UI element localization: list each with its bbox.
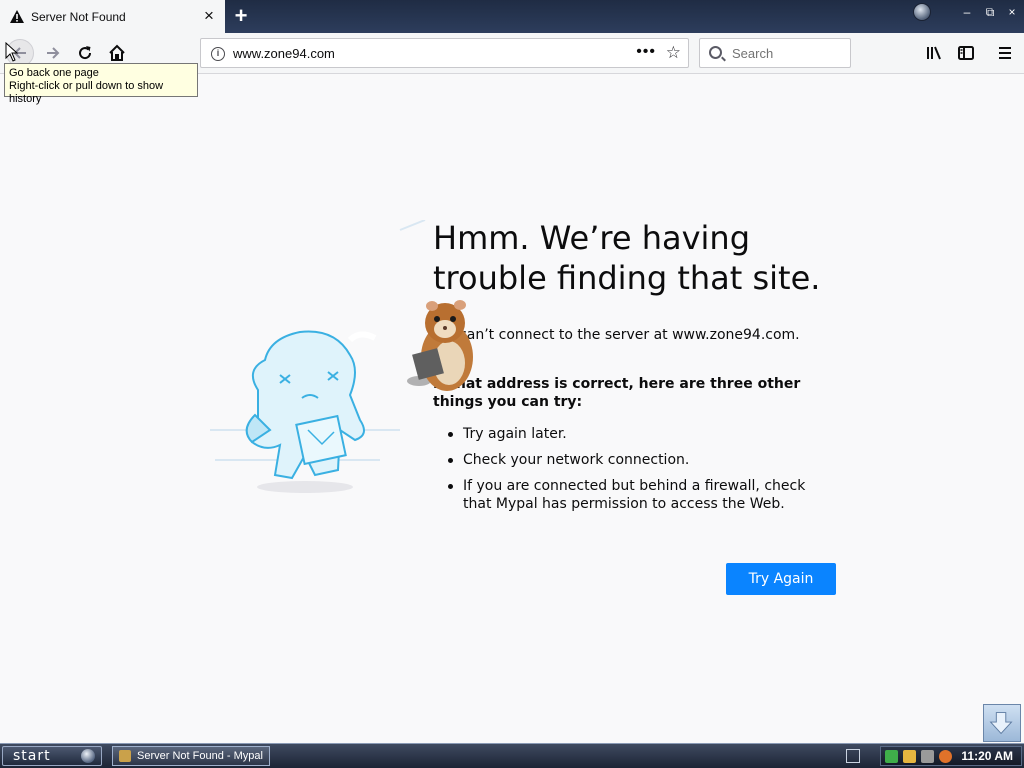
new-tab-button[interactable]: + <box>229 5 253 27</box>
star-icon[interactable]: ☆ <box>666 43 681 63</box>
suggestion-heading: If that address is correct, here are thr… <box>433 376 801 410</box>
library-button[interactable] <box>922 41 946 65</box>
folder-icon[interactable] <box>903 750 916 763</box>
taskbar: start Server Not Found - Mypal 11:20 AM <box>0 743 1024 768</box>
mypal-app-icon <box>119 750 131 762</box>
browser-window: { "tab": { "title": "Server Not Found", … <box>0 0 1024 768</box>
search-icon <box>709 46 722 59</box>
home-icon <box>109 44 125 61</box>
hamster-mascot-icon <box>407 300 473 391</box>
start-button[interactable]: start <box>2 746 102 766</box>
error-page: Hmm. We’re having trouble finding that s… <box>0 75 1024 743</box>
sidebar-button[interactable] <box>954 41 978 65</box>
start-orb-icon <box>81 749 95 763</box>
search-bar[interactable]: Search <box>699 38 851 68</box>
down-arrow-icon <box>989 712 1013 735</box>
tab-title: Server Not Found <box>31 9 126 24</box>
tooltip-line-2: Right-click or pull down to show history <box>9 80 164 105</box>
library-icon <box>927 46 941 60</box>
error-title: Hmm. We’re having trouble finding that s… <box>433 219 821 297</box>
reload-icon <box>79 46 92 60</box>
url-text[interactable]: www.zone94.com <box>233 46 335 61</box>
tab-server-not-found[interactable]: Server Not Found × <box>0 0 225 33</box>
back-button-tooltip: Go back one page Right-click or pull dow… <box>4 63 198 105</box>
system-tray: 11:20 AM <box>880 746 1022 766</box>
taskbar-window-item[interactable]: Server Not Found - Mypal <box>112 746 270 766</box>
info-icon[interactable]: i <box>211 47 225 61</box>
search-placeholder: Search <box>732 46 774 61</box>
list-item: Check your network connection. <box>448 451 828 469</box>
list-item: Try again later. <box>448 425 828 443</box>
download-arrow-button[interactable] <box>983 704 1021 742</box>
forward-arrow-icon <box>47 47 60 59</box>
menu-button[interactable] <box>993 41 1017 65</box>
close-tab-icon[interactable]: × <box>201 7 217 24</box>
settings-icon[interactable] <box>921 750 934 763</box>
clock[interactable]: 11:20 AM <box>961 749 1013 763</box>
address-bar[interactable]: i www.zone94.com ••• ☆ <box>200 38 689 68</box>
page-actions-button[interactable]: ••• <box>636 43 656 61</box>
restore-button[interactable]: ⧉ <box>980 3 1000 21</box>
error-illustration <box>210 220 426 493</box>
tab-strip: Server Not Found × + – ⧉ × <box>0 0 1024 33</box>
tooltip-line-1: Go back one page <box>9 67 99 79</box>
minimize-button[interactable]: – <box>957 3 977 21</box>
menu-icon <box>999 47 1011 59</box>
start-label: start <box>13 748 51 764</box>
try-again-button[interactable]: Try Again <box>726 563 836 595</box>
warning-icon <box>10 10 24 23</box>
search-tray-icon[interactable] <box>939 750 952 763</box>
suggestion-list: Try again later. Check your network conn… <box>448 425 828 521</box>
keyboard-icon[interactable] <box>846 749 860 763</box>
taskbar-window-label: Server Not Found - Mypal <box>137 750 263 762</box>
error-description: We can’t connect to the server at www.zo… <box>433 327 800 343</box>
mouse-cursor-icon <box>5 42 19 62</box>
sidebar-icon <box>958 46 974 60</box>
close-window-button[interactable]: × <box>1002 3 1022 21</box>
mypal-logo-icon <box>913 3 931 21</box>
list-item: If you are connected but behind a firewa… <box>448 477 828 513</box>
network-icon[interactable] <box>885 750 898 763</box>
